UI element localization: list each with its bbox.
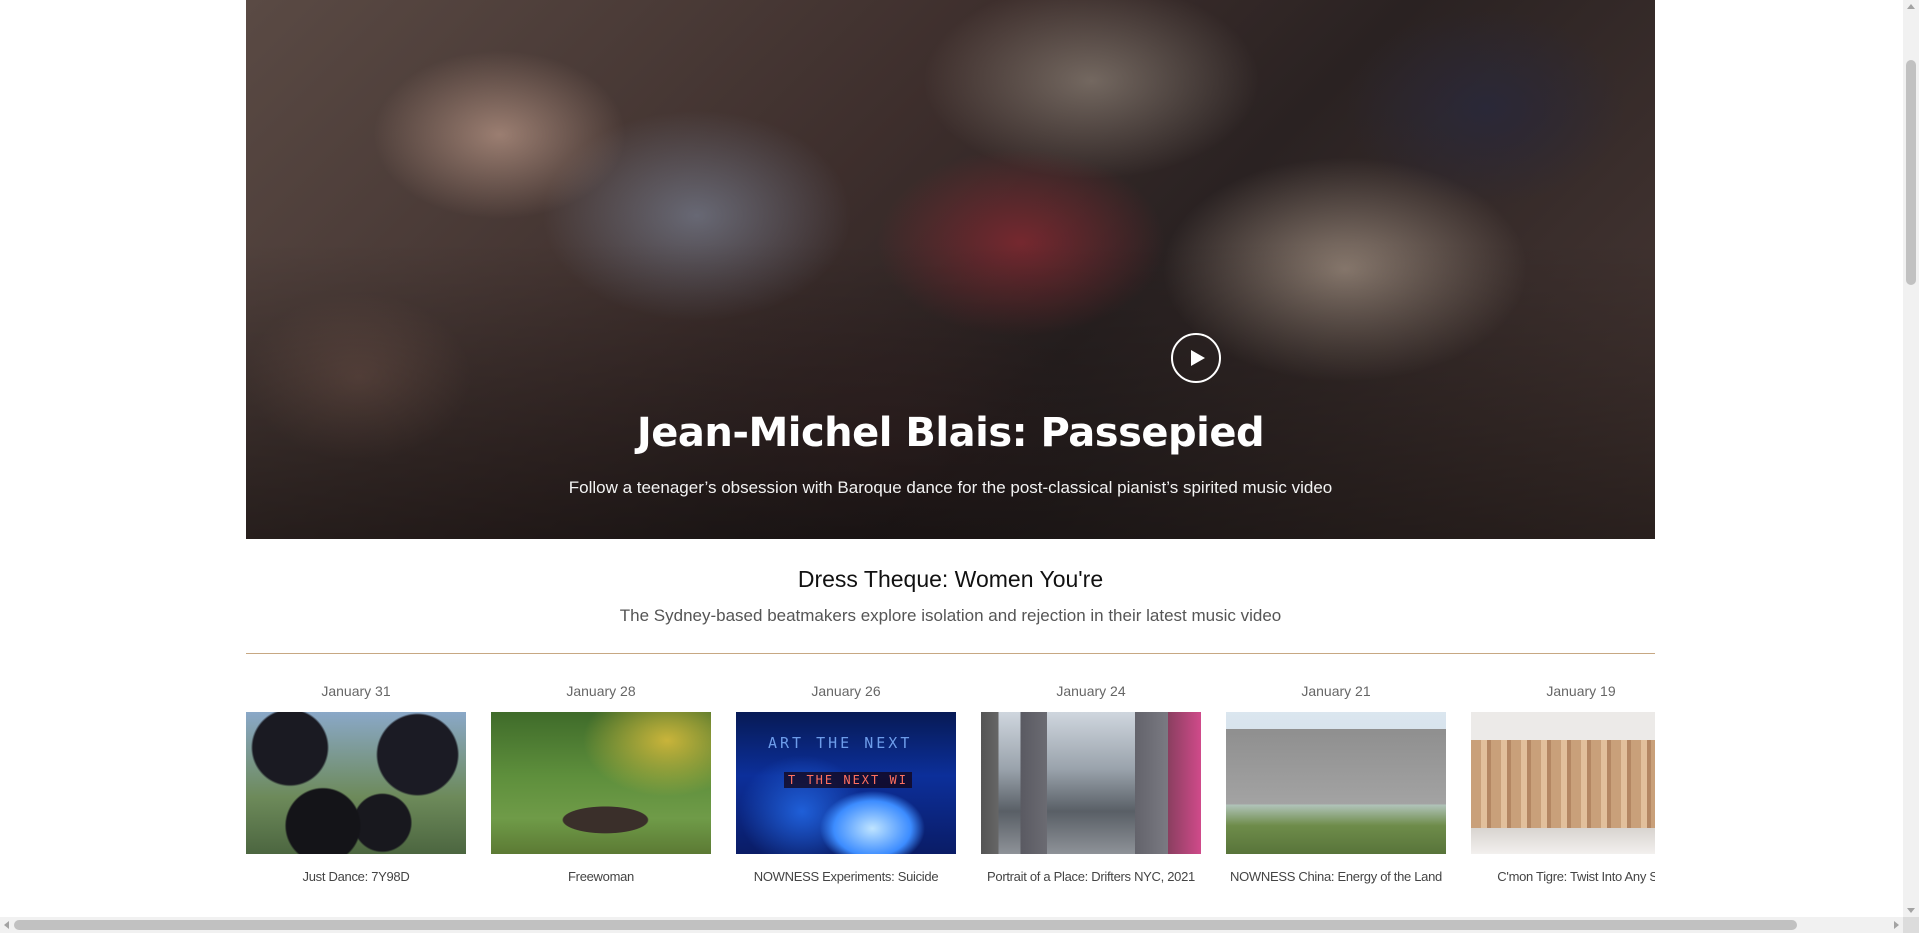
card-thumbnail[interactable]	[981, 712, 1201, 854]
card-title[interactable]: Portrait of a Place: Drifters NYC, 2021	[981, 869, 1201, 884]
scrollbar-corner	[1903, 917, 1919, 933]
card-date: January 21	[1301, 683, 1371, 699]
carousel-card[interactable]: January 24 Portrait of a Place: Drifters…	[981, 683, 1201, 884]
card-date: January 19	[1546, 683, 1616, 699]
scrollbar-thumb[interactable]	[1906, 60, 1916, 285]
play-icon	[1190, 350, 1205, 366]
card-thumbnail[interactable]: ART THE NEXT T THE NEXT WI	[736, 712, 956, 854]
carousel-card[interactable]: January 21 NOWNESS China: Energy of the …	[1226, 683, 1446, 884]
horizontal-scrollbar[interactable]	[0, 917, 1903, 933]
card-title[interactable]: NOWNESS China: Energy of the Land	[1226, 869, 1446, 884]
feature-title[interactable]: Dress Theque: Women You're	[246, 566, 1655, 593]
carousel-card[interactable]: January 19 C'mon Tigre: Twist Into Any S…	[1471, 683, 1655, 884]
card-date: January 28	[566, 683, 636, 699]
feature-subtitle: The Sydney-based beatmakers explore isol…	[619, 606, 1282, 625]
card-title[interactable]: NOWNESS Experiments: Suicide	[736, 869, 956, 884]
scroll-down-icon[interactable]	[1907, 908, 1915, 913]
scrollbar-thumb[interactable]	[14, 920, 1797, 930]
card-date: January 24	[1056, 683, 1126, 699]
vertical-scrollbar[interactable]	[1903, 0, 1919, 917]
hero-video[interactable]: Jean-Michel Blais: Passepied Follow a te…	[246, 0, 1655, 539]
carousel-card[interactable]: January 28 Freewoman	[491, 683, 711, 884]
hero-title[interactable]: Jean-Michel Blais: Passepied	[246, 410, 1655, 456]
card-title[interactable]: Freewoman	[491, 869, 711, 884]
card-title[interactable]: C'mon Tigre: Twist Into Any Sh	[1471, 869, 1655, 884]
card-date: January 31	[321, 683, 391, 699]
card-thumbnail[interactable]	[1471, 712, 1655, 854]
carousel-card[interactable]: January 26 ART THE NEXT T THE NEXT WI NO…	[736, 683, 956, 884]
card-date: January 26	[811, 683, 881, 699]
divider	[246, 653, 1655, 654]
scroll-up-icon[interactable]	[1907, 4, 1915, 9]
thumbnail-text: ART THE NEXT	[768, 734, 913, 752]
scroll-right-icon[interactable]	[1894, 921, 1899, 929]
card-thumbnail[interactable]	[491, 712, 711, 854]
play-button[interactable]	[1171, 333, 1221, 383]
scroll-left-icon[interactable]	[4, 921, 9, 929]
thumbnail-text: T THE NEXT WI	[784, 772, 912, 788]
card-title[interactable]: Just Dance: 7Y98D	[246, 869, 466, 884]
video-carousel[interactable]: January 31 Just Dance: 7Y98D January 28 …	[246, 683, 1655, 893]
card-thumbnail[interactable]	[246, 712, 466, 854]
card-thumbnail[interactable]	[1226, 712, 1446, 854]
carousel-card[interactable]: January 31 Just Dance: 7Y98D	[246, 683, 466, 884]
hero-subtitle: Follow a teenager’s obsession with Baroq…	[568, 478, 1333, 497]
page: Jean-Michel Blais: Passepied Follow a te…	[0, 0, 1903, 917]
